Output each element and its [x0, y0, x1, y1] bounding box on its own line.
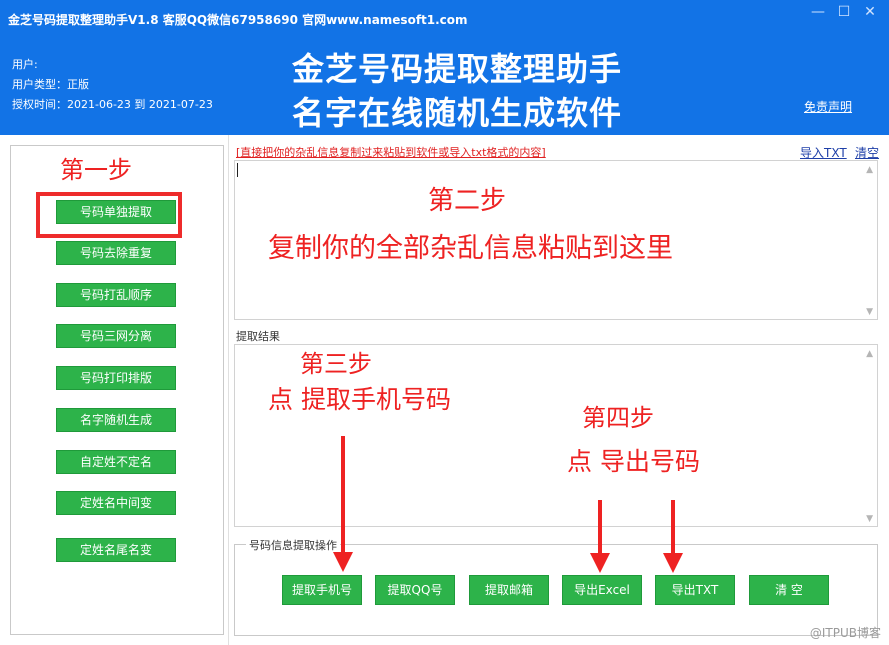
extract-qq-button[interactable]: 提取QQ号 [375, 575, 455, 605]
disclaimer-link[interactable]: 免责声明 [804, 98, 852, 115]
user-label: 用户: [12, 58, 38, 71]
results-label: 提取结果 [236, 330, 280, 343]
paste-instruction: [直接把你的杂乱信息复制过来粘贴到软件或导入txt格式的内容] [236, 146, 546, 159]
sidebar-button-middle-name-vary[interactable]: 定姓名中间变 [56, 491, 176, 515]
scroll-down-icon[interactable]: ▼ [866, 307, 873, 317]
sidebar-button-random-names[interactable]: 名字随机生成 [56, 408, 176, 432]
auth-time-label: 授权时间：2021-06-23 到 2021-07-23 [12, 98, 213, 111]
scroll-up-icon[interactable]: ▲ [866, 165, 873, 175]
step2-description: 复制你的全部杂乱信息粘贴到这里 [268, 233, 673, 264]
export-excel-button[interactable]: 导出Excel [562, 575, 642, 605]
divider [228, 135, 229, 645]
step2-annotation: 第二步 [428, 186, 507, 216]
export-txt-button[interactable]: 导出TXT [655, 575, 735, 605]
step3-annotation: 第三步 [300, 350, 372, 378]
step4-arrow-txt-icon [663, 500, 683, 573]
header-banner: 金芝号码提取整理助手V1.8 客服QQ微信67958690 官网www.name… [0, 0, 889, 135]
text-caret [237, 163, 238, 177]
step1-highlight-box [36, 192, 182, 238]
sidebar-button-custom-surname[interactable]: 自定姓不定名 [56, 450, 176, 474]
results-scroll-down-icon[interactable]: ▼ [866, 514, 873, 524]
minimize-icon[interactable]: — [805, 2, 831, 22]
watermark: @ITPUB博客 [809, 626, 881, 640]
step1-annotation: 第一步 [60, 156, 132, 184]
extraction-actions-title: 号码信息提取操作 [246, 537, 340, 553]
sidebar-button-print-layout[interactable]: 号码打印排版 [56, 366, 176, 390]
window-controls: — ☐ ✕ [805, 2, 883, 22]
window-title: 金芝号码提取整理助手V1.8 客服QQ微信67958690 官网www.name… [8, 13, 468, 27]
clear-button[interactable]: 清 空 [749, 575, 829, 605]
step3-description: 点 提取手机号码 [268, 385, 451, 414]
extract-email-button[interactable]: 提取邮箱 [469, 575, 549, 605]
step3-arrow-icon [333, 436, 353, 572]
step4-description: 点 导出号码 [567, 447, 700, 476]
sidebar-button-dedupe[interactable]: 号码去除重复 [56, 241, 176, 265]
headline-line2: 名字在线随机生成软件 [292, 94, 623, 132]
headline-line1: 金芝号码提取整理助手 [292, 50, 623, 88]
extract-phone-button[interactable]: 提取手机号 [282, 575, 362, 605]
user-type-label: 用户类型：正版 [12, 78, 89, 91]
step4-annotation: 第四步 [582, 404, 654, 432]
step4-arrow-excel-icon [590, 500, 610, 573]
import-txt-link[interactable]: 导入TXT [800, 144, 847, 161]
clear-input-link[interactable]: 清空 [855, 144, 879, 161]
sidebar-button-carrier-split[interactable]: 号码三网分离 [56, 324, 176, 348]
close-icon[interactable]: ✕ [857, 2, 883, 22]
sidebar-button-shuffle[interactable]: 号码打乱顺序 [56, 283, 176, 307]
maximize-icon[interactable]: ☐ [831, 2, 857, 22]
results-scroll-up-icon[interactable]: ▲ [866, 349, 873, 359]
sidebar-button-last-name-vary[interactable]: 定姓名尾名变 [56, 538, 176, 562]
